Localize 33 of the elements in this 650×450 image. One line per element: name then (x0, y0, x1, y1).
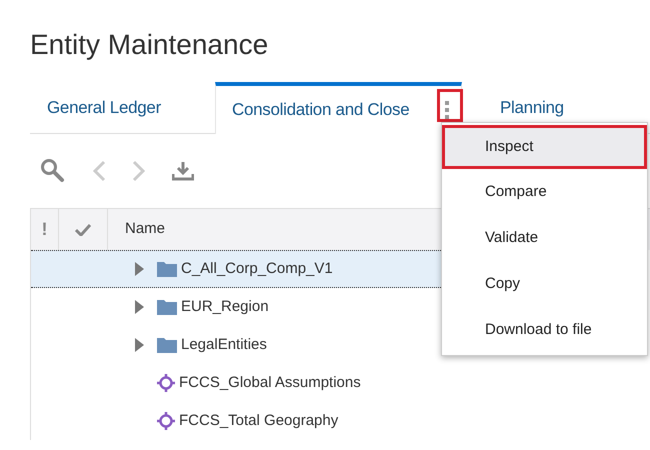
search-icon[interactable] (40, 158, 66, 184)
tree-row[interactable]: C_All_Corp_Comp_V1 (31, 250, 441, 288)
menu-item[interactable]: Validate (442, 215, 647, 261)
menu-item[interactable]: Copy (442, 261, 647, 307)
entity-name: FCCS_Total Geography (179, 410, 338, 431)
expand-icon[interactable] (135, 338, 145, 352)
column-header: Name (125, 219, 166, 240)
download-icon[interactable] (172, 161, 194, 181)
more-icon[interactable] (444, 100, 450, 120)
folder-icon (157, 337, 177, 353)
menu-item[interactable]: Download to file (442, 307, 647, 353)
menu-item[interactable]: Inspect (442, 125, 647, 169)
tab[interactable]: Planning (462, 82, 574, 133)
entity-name: EUR_Region (181, 296, 269, 317)
tab[interactable]: General Ledger (30, 82, 215, 133)
target-icon (157, 412, 175, 430)
checkmark-icon (75, 223, 91, 236)
highlight-frame (437, 89, 463, 122)
column-header: ! (42, 218, 48, 241)
expand-icon[interactable] (135, 300, 145, 314)
tree-row[interactable]: FCCS_Total Geography (31, 402, 441, 440)
tree-row[interactable]: EUR_Region (31, 288, 441, 326)
menu-item[interactable]: Compare (442, 169, 647, 215)
folder-icon (157, 261, 177, 277)
entity-name: FCCS_Global Assumptions (179, 372, 361, 393)
target-icon (157, 374, 175, 392)
page-title: Entity Maintenance (30, 28, 268, 62)
expand-icon[interactable] (135, 262, 145, 276)
tree-row[interactable]: LegalEntities (31, 326, 441, 364)
entity-name: LegalEntities (181, 334, 267, 355)
tree-row[interactable]: FCCS_Global Assumptions (31, 364, 441, 402)
entity-name: C_All_Corp_Comp_V1 (181, 258, 333, 279)
folder-icon (157, 299, 177, 315)
